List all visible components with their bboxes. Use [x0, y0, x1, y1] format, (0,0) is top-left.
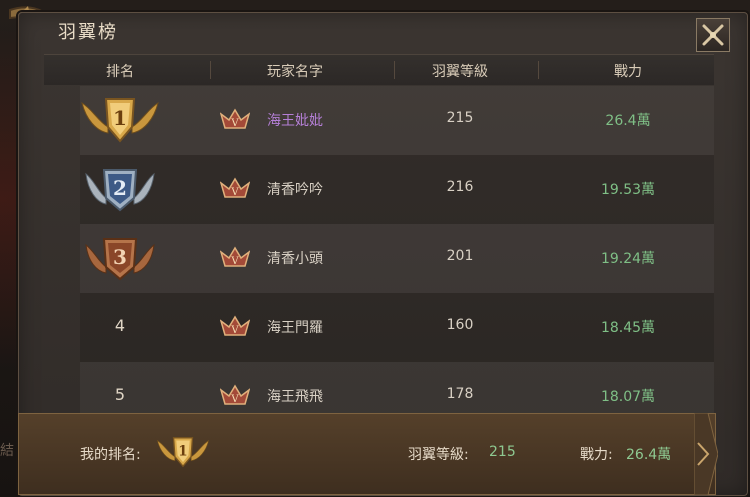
player-name: 海王門羅: [267, 320, 323, 336]
power-value: 18.45萬: [600, 320, 656, 336]
table-row[interactable]: 5 V 海王飛飛 178 18.07萬: [80, 362, 714, 414]
rank-badge-number: 3: [113, 245, 127, 269]
table-row[interactable]: 3 V 清香小頭 201 19.24萬: [80, 224, 714, 293]
power-value: 26.4萬: [605, 113, 651, 129]
rank-bronze-badge-icon: 3: [85, 238, 155, 281]
header-wing-level: 羽翼等級: [432, 64, 488, 80]
vip-badge-icon: V: [220, 384, 250, 405]
player-name: 海王妣妣: [267, 113, 323, 129]
header-player-name: 玩家名字: [267, 64, 323, 80]
header-divider: [394, 61, 395, 79]
my-rank-number: 1: [178, 443, 187, 459]
svg-text:V: V: [230, 118, 239, 129]
my-wing-level-label: 羽翼等級:: [408, 447, 469, 463]
wing-level-value: 178: [446, 386, 474, 402]
vip-badge-icon: V: [220, 108, 250, 129]
header-power: 戰力: [614, 64, 642, 80]
power-value: 19.53萬: [600, 182, 656, 198]
svg-text:V: V: [230, 325, 239, 336]
rank-number: 4: [114, 316, 126, 335]
rank-badge-number: 2: [113, 176, 127, 200]
rank-gold-badge-icon: 1: [81, 98, 159, 143]
background-text: 結: [0, 443, 14, 459]
wing-level-value: 216: [446, 179, 474, 195]
wing-level-value: 215: [446, 110, 474, 126]
close-button[interactable]: [696, 18, 730, 52]
wing-level-value: 201: [446, 248, 474, 264]
svg-text:V: V: [230, 394, 239, 405]
table-header: 排名 玩家名字 羽翼等級 戰力: [44, 54, 714, 85]
chevron-right-icon: [694, 413, 718, 495]
power-value: 19.24萬: [600, 251, 656, 267]
my-rank-gold-badge-icon: 1: [156, 437, 210, 468]
window-title: 羽翼榜: [58, 22, 118, 43]
header-divider: [210, 61, 211, 79]
svg-text:V: V: [230, 256, 239, 267]
vip-badge-icon: V: [220, 246, 250, 267]
svg-text:V: V: [230, 187, 239, 198]
rank-silver-badge-icon: 2: [85, 169, 155, 212]
table-row[interactable]: 1 V 海王妣妣 215 26.4萬: [80, 86, 714, 155]
vip-badge-icon: V: [220, 177, 250, 198]
ranking-table: 排名 玩家名字 羽翼等級 戰力 1 V 海王妣妣 215 26.4萬 2 V 清…: [44, 54, 714, 414]
table-row[interactable]: 2 V 清香吟吟 216 19.53萬: [80, 155, 714, 224]
my-power-label: 戰力:: [580, 447, 613, 463]
header-rank: 排名: [106, 64, 134, 80]
player-name: 清香吟吟: [267, 182, 323, 198]
player-name: 海王飛飛: [267, 389, 323, 405]
player-name: 清香小頭: [267, 251, 323, 267]
rank-number: 5: [114, 385, 126, 404]
close-icon: [702, 24, 724, 46]
my-wing-level-value: 215: [489, 444, 516, 460]
vip-badge-icon: V: [220, 315, 250, 336]
my-rank-label: 我的排名:: [80, 447, 141, 463]
rank-badge-number: 1: [113, 106, 127, 130]
header-divider: [538, 61, 539, 79]
wing-level-value: 160: [446, 317, 474, 333]
power-value: 18.07萬: [600, 389, 656, 405]
my-power-value: 26.4萬: [626, 447, 672, 463]
table-row[interactable]: 4 V 海王門羅 160 18.45萬: [80, 293, 714, 362]
